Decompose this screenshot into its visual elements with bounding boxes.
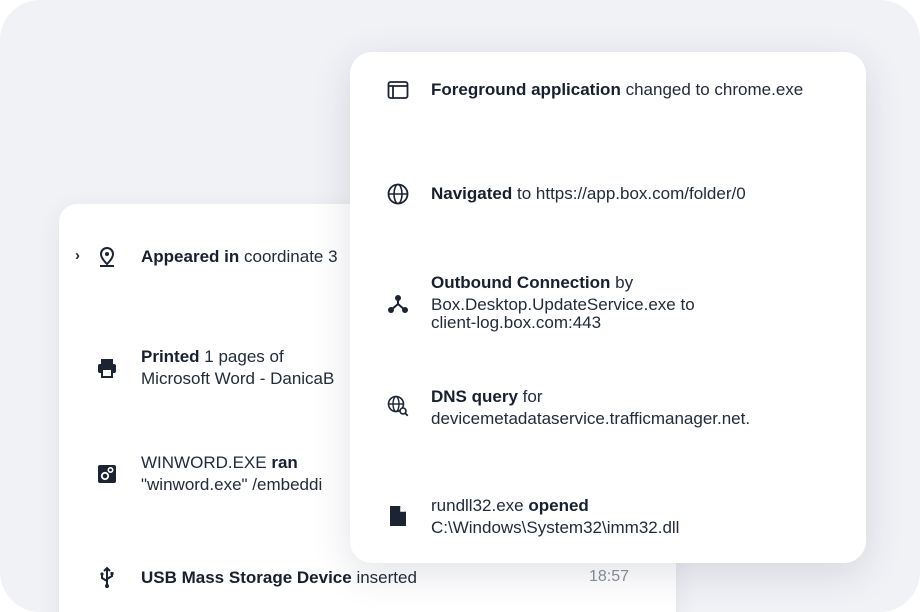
event-action: ran [271,453,298,472]
event-text: WINWORD.EXE ran "winword.exe" /embeddi [141,452,322,496]
event-detail: coordinate 3 [243,247,338,266]
event-detail: to https://app.box.com/folder/0 [516,184,746,203]
event-action: USB Mass Storage Device [141,568,352,587]
file-icon [386,504,410,528]
event-action: DNS query [431,387,518,406]
event-subject: rundll32.exe [431,496,524,515]
event-detail-line3: client-log.box.com:443 [431,313,602,332]
event-time: 18:57 [589,568,630,585]
event-detail: inserted [356,568,417,587]
event-text: Navigated to https://app.box.com/folder/… [431,183,746,205]
event-detail-line2: Microsoft Word - DanicaB [141,369,335,388]
activity-card-front: Foreground application changed to chrome… [350,52,866,563]
event-detail: 1 pages of [204,347,284,366]
event-text: USB Mass Storage Device inserted [141,567,417,589]
event-detail: changed to chrome.exe [625,80,804,99]
chevron-right-icon[interactable]: › [75,247,80,264]
gears-icon [95,462,119,486]
event-text: Appeared in coordinate 3 [141,246,338,268]
event-text: Printed 1 pages of Microsoft Word - Danic… [141,346,334,390]
map-pin-icon [95,245,119,269]
usb-icon [95,566,119,590]
window-icon [386,78,410,102]
globe-icon [386,182,410,206]
event-detail-line2: "winword.exe" /embeddi [141,475,323,494]
event-text: Foreground application changed to chrome… [431,79,803,101]
event-text: Outbound Connection by Box.Desktop.Update… [431,272,695,338]
event-action: Outbound Connection [431,273,611,292]
dns-search-icon [386,394,410,418]
event-detail-line2: C:\Windows\System32\imm32.dll [431,518,680,537]
event-detail-line2: Box.Desktop.UpdateService.exe [431,295,676,314]
event-detail-to: to [680,295,695,314]
event-action: Navigated [431,184,513,203]
event-action: opened [528,496,589,515]
event-action: Appeared in [141,247,240,266]
event-detail-line2: devicemetadataservice.trafficmanager.net… [431,409,751,428]
network-nodes-icon [386,292,410,316]
event-action: Printed [141,347,200,366]
event-action: Foreground application [431,80,621,99]
event-detail: by [615,273,634,292]
event-text: DNS query for devicemetadataservice.traff… [431,386,750,430]
printer-icon [95,356,119,380]
event-detail: for [522,387,543,406]
event-text: rundll32.exe opened C:\Windows\System32\i… [431,495,679,539]
event-subject: WINWORD.EXE [141,453,267,472]
